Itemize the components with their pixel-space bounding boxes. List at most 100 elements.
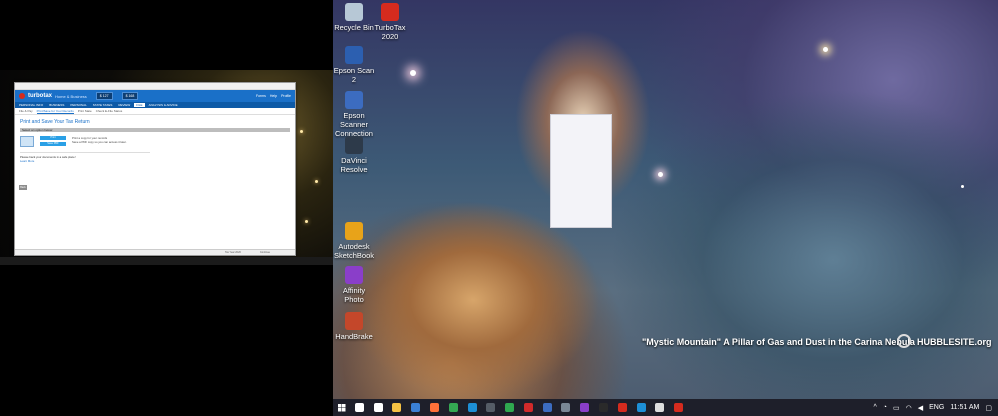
app-purple-icon bbox=[580, 403, 590, 412]
tab-review[interactable]: REVIEW bbox=[116, 103, 132, 107]
notifications-icon[interactable]: ▢ bbox=[985, 404, 992, 412]
footer-continue[interactable]: Continue bbox=[260, 251, 270, 254]
desktop-icon-label: TurboTax 2020 bbox=[374, 23, 406, 41]
file-explorer-icon bbox=[392, 403, 402, 412]
subtab-file-pay[interactable]: File & Pay bbox=[19, 109, 33, 113]
tab-analysis[interactable]: ANALYSIS & ADVICE bbox=[147, 103, 180, 107]
tab-file[interactable]: FILE bbox=[134, 103, 145, 107]
help-link[interactable]: Help bbox=[270, 94, 277, 98]
start-button[interactable] bbox=[333, 399, 350, 416]
learn-more-link[interactable]: Learn More bbox=[20, 159, 290, 163]
turbotax-check-icon bbox=[19, 93, 25, 99]
taskbar-app-app-white[interactable] bbox=[653, 399, 667, 416]
forms-link[interactable]: Forms bbox=[256, 94, 266, 98]
taskbar-app-edge[interactable] bbox=[465, 399, 479, 416]
star bbox=[305, 220, 308, 223]
page-content: Print and Save Your Tax Return Select an… bbox=[15, 115, 295, 167]
taskbar-app-app-blue[interactable] bbox=[540, 399, 554, 416]
taskbar-app-task-view[interactable] bbox=[371, 399, 385, 416]
back-button[interactable]: Back bbox=[19, 185, 27, 190]
desktop-icon-turbotax[interactable]: TurboTax 2020 bbox=[369, 3, 411, 41]
star bbox=[300, 130, 303, 133]
taskbar-app-mail[interactable] bbox=[409, 399, 423, 416]
subtab-print-state[interactable]: Print State bbox=[78, 109, 92, 113]
star bbox=[961, 185, 964, 188]
taskbar-app-davinci-taskbar[interactable] bbox=[559, 399, 573, 416]
mail-icon bbox=[411, 403, 421, 412]
turbotax-taskbar-icon bbox=[674, 403, 684, 412]
app-dark-icon bbox=[599, 403, 609, 412]
sketchbook-icon bbox=[345, 222, 363, 240]
desktop-icon-label: Affinity Photo bbox=[342, 286, 366, 304]
star bbox=[823, 47, 828, 52]
tab-state-taxes[interactable]: STATE TAXES bbox=[91, 103, 115, 107]
printer-icon bbox=[20, 136, 34, 147]
network-icon[interactable]: ◔ bbox=[883, 404, 887, 411]
tab-personal-info[interactable]: PERSONAL INFO bbox=[17, 103, 45, 107]
brand-edition: Home & Business bbox=[55, 93, 87, 99]
task-view-icon bbox=[373, 403, 383, 412]
taskbar-app-turbotax-taskbar[interactable] bbox=[672, 399, 686, 416]
chrome-icon bbox=[448, 403, 458, 412]
desktop-icon-affinity-photo[interactable]: Affinity Photo bbox=[333, 266, 375, 304]
battery-icon[interactable]: ▭ bbox=[893, 404, 900, 412]
subtab-efile-status[interactable]: Check E-File Status bbox=[96, 109, 123, 113]
desktop-icon-label: Autodesk SketchBook bbox=[333, 242, 375, 260]
desktop-icon-label: DaVinci Resolve bbox=[340, 156, 368, 174]
taskbar-app-app-red[interactable] bbox=[615, 399, 629, 416]
desktop-icon-label: HandBrake bbox=[335, 332, 373, 341]
desktop-icon-epson-scan[interactable]: Epson Scan 2 bbox=[333, 46, 375, 84]
windows-icon bbox=[337, 403, 346, 412]
turbotax-icon bbox=[381, 3, 399, 21]
tab-personal[interactable]: PERSONAL bbox=[68, 103, 88, 107]
desktop-icon-davinci[interactable]: DaVinci Resolve bbox=[333, 136, 375, 174]
chevron-up-icon[interactable]: ^ bbox=[873, 404, 876, 411]
print-button[interactable]: Print bbox=[40, 136, 66, 140]
app-green-icon bbox=[505, 403, 515, 412]
recycle-bin-icon bbox=[345, 3, 363, 21]
left-monitor-desktop: turbotax Home & Business $ 127 $ 168 For… bbox=[0, 70, 333, 265]
taskbar-app-acrobat[interactable] bbox=[521, 399, 535, 416]
taskbar-app-app-blue2[interactable] bbox=[634, 399, 648, 416]
taskbar-app-search[interactable] bbox=[352, 399, 366, 416]
save-description: Save a PDF copy so you can access it lat… bbox=[72, 140, 127, 144]
blank-window[interactable] bbox=[550, 114, 612, 228]
desktop-icon-handbrake[interactable]: HandBrake bbox=[333, 312, 375, 341]
language-indicator[interactable]: ENG bbox=[929, 404, 944, 411]
taskbar-app-camera-app[interactable] bbox=[484, 399, 498, 416]
hubble-logo-icon bbox=[897, 334, 911, 348]
wifi-icon[interactable]: ◠ bbox=[906, 404, 912, 412]
desktop-icon-sketchbook[interactable]: Autodesk SketchBook bbox=[333, 222, 375, 260]
federal-refund[interactable]: $ 127 bbox=[95, 92, 113, 100]
wallpaper-caption: "Mystic Mountain" A Pillar of Gas and Du… bbox=[642, 337, 915, 347]
app-white-icon bbox=[655, 403, 665, 412]
brand-name: turbotax bbox=[28, 93, 52, 99]
footer-tax-year: Tax Year 2020 bbox=[225, 251, 241, 254]
hubble-logo-text: HUBBLESITE.org bbox=[917, 337, 992, 347]
subtab-print-save[interactable]: Print/Save for Your Records bbox=[36, 109, 74, 114]
taskbar-app-app-green[interactable] bbox=[503, 399, 517, 416]
taskbar-app-app-purple[interactable] bbox=[578, 399, 592, 416]
window-footer: Tax Year 2020 Continue bbox=[15, 249, 295, 255]
taskbar: ^ ◔ ▭ ◠ ◀ ENG 11:51 AM ▢ bbox=[333, 399, 998, 416]
window-titlebar[interactable] bbox=[15, 83, 295, 90]
turbotax-header: turbotax Home & Business $ 127 $ 168 For… bbox=[15, 90, 295, 102]
taskbar-app-firefox[interactable] bbox=[428, 399, 442, 416]
clock[interactable]: 11:51 AM bbox=[950, 404, 979, 411]
section-title: Select an option below: bbox=[20, 128, 290, 132]
epson-connect-icon bbox=[345, 91, 363, 109]
star bbox=[315, 180, 318, 183]
davinci-icon bbox=[345, 136, 363, 154]
state-refund[interactable]: $ 168 bbox=[121, 92, 139, 100]
taskbar-app-chrome[interactable] bbox=[446, 399, 460, 416]
system-tray: ^ ◔ ▭ ◠ ◀ ENG 11:51 AM ▢ bbox=[873, 399, 998, 416]
profile-link[interactable]: Profile bbox=[281, 94, 291, 98]
star bbox=[658, 172, 663, 177]
taskbar-app-app-dark[interactable] bbox=[597, 399, 611, 416]
tab-business[interactable]: BUSINESS bbox=[47, 103, 66, 107]
taskbar-app-file-explorer[interactable] bbox=[390, 399, 404, 416]
turbotax-window[interactable]: turbotax Home & Business $ 127 $ 168 For… bbox=[14, 82, 296, 256]
desktop-icon-epson-connect[interactable]: Epson Scanner Connection bbox=[333, 91, 375, 138]
save-pdf-button[interactable]: Save PDF bbox=[40, 142, 66, 146]
volume-icon[interactable]: ◀ bbox=[918, 404, 923, 412]
